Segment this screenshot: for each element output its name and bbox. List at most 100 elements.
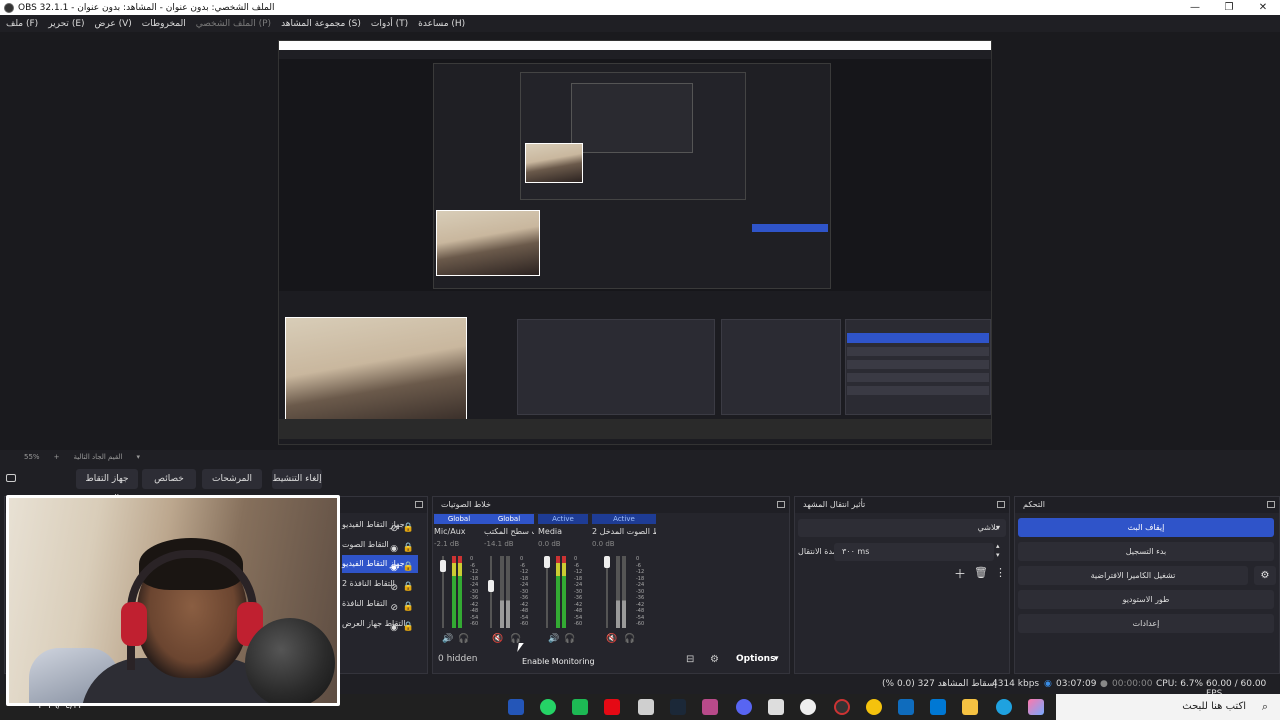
copilot-icon[interactable] bbox=[1028, 699, 1044, 715]
db-scale: 0 -6 -12 -18 -24 -30 -36 -42 -48 -54 -60 bbox=[636, 556, 645, 627]
headphones-icon[interactable]: 🎧 bbox=[624, 634, 635, 644]
stepper-icon[interactable]: ▴ ▾ bbox=[996, 542, 1000, 560]
audio-mixer-header: خلاط الصوتيات bbox=[433, 497, 789, 513]
source-item-selected[interactable]: جهاز التقاط الفيديو ◉ 🔒 bbox=[342, 555, 418, 573]
deactivate-button[interactable]: إلغاء التنشيط bbox=[272, 469, 322, 489]
source-item[interactable]: التقاط جهاز العرض ◉ 🔒 bbox=[342, 615, 418, 633]
discord-icon[interactable] bbox=[736, 699, 752, 715]
chevron-down-icon[interactable]: ▾ bbox=[774, 654, 779, 664]
studio-mode-button[interactable]: طور الاستوديو bbox=[1018, 590, 1274, 609]
lock-icon[interactable]: 🔒 bbox=[403, 578, 414, 596]
lock-icon[interactable]: 🔒 bbox=[403, 558, 414, 576]
app-icon[interactable] bbox=[768, 699, 784, 715]
channel-db: -2.1 dB bbox=[434, 540, 460, 548]
defender-icon[interactable] bbox=[508, 699, 524, 715]
store-icon[interactable] bbox=[930, 699, 946, 715]
app-icon[interactable] bbox=[572, 699, 588, 715]
camera-icon[interactable] bbox=[6, 474, 16, 482]
add-icon[interactable]: ＋ bbox=[954, 565, 966, 582]
source-label: التقاط الصوت bbox=[342, 540, 389, 549]
popout-icon[interactable] bbox=[777, 501, 785, 508]
eye-icon[interactable]: ◉ bbox=[390, 619, 398, 637]
source-label: التقاط النافذة 2 bbox=[342, 579, 395, 588]
filters-button[interactable]: المرشحات bbox=[202, 469, 262, 489]
app-icon[interactable] bbox=[800, 699, 816, 715]
duration-input[interactable]: ٣٠٠ ms bbox=[834, 543, 994, 561]
speaker-icon[interactable]: 🔊 bbox=[548, 634, 559, 644]
app-icon[interactable] bbox=[638, 699, 654, 715]
close-button[interactable]: ✕ bbox=[1246, 0, 1280, 15]
nested-stop-stream bbox=[847, 333, 989, 343]
start-recording-button[interactable]: بدء التسجيل bbox=[1018, 542, 1274, 561]
lock-icon[interactable]: 🔒 bbox=[403, 618, 414, 636]
speaker-icon[interactable]: 🔊 bbox=[442, 634, 453, 644]
menu-tools[interactable]: أدوات (T) bbox=[371, 19, 408, 29]
menu-view[interactable]: عرض (V) bbox=[95, 19, 132, 29]
mute-icon[interactable]: 🔇 bbox=[492, 634, 503, 644]
source-item[interactable]: جهاز التقاط الفيديو ⊘ 🔒 bbox=[342, 516, 418, 534]
file-explorer-icon[interactable] bbox=[962, 699, 978, 715]
duration-value: ٣٠٠ ms bbox=[842, 547, 870, 556]
settings-button[interactable]: إعدادات bbox=[1018, 614, 1274, 633]
menu-docks[interactable]: المخروطات bbox=[142, 19, 186, 29]
properties-button[interactable]: خصائص bbox=[142, 469, 196, 489]
mute-icon[interactable]: 🔇 bbox=[606, 634, 617, 644]
chevron-down-icon[interactable]: ▾ bbox=[996, 523, 1000, 532]
fader-knob[interactable] bbox=[604, 556, 610, 568]
popout-icon[interactable] bbox=[1267, 501, 1275, 508]
mixer-channel-input2: Active التقاط الصوت المدخل 2 0.0 dB 🔇 🎧 bbox=[592, 514, 656, 654]
headphones-icon[interactable]: 🎧 bbox=[458, 634, 469, 644]
minimize-button[interactable]: — bbox=[1178, 0, 1212, 15]
outlook-icon[interactable] bbox=[898, 699, 914, 715]
nested-menu-bar bbox=[279, 50, 991, 59]
preview-canvas[interactable] bbox=[0, 32, 1280, 450]
whatsapp-icon[interactable] bbox=[540, 699, 556, 715]
source-item[interactable]: التقاط النافذة ⊘ 🔒 bbox=[342, 595, 418, 613]
fader-knob[interactable] bbox=[440, 560, 446, 572]
fader-knob[interactable] bbox=[488, 580, 494, 592]
zoom-add-icon[interactable]: + bbox=[54, 453, 60, 461]
lock-icon[interactable]: 🔒 bbox=[403, 519, 414, 537]
layout-icon[interactable]: ⊟ bbox=[686, 654, 694, 665]
record-icon: ● bbox=[1100, 679, 1108, 689]
lock-icon[interactable]: 🔒 bbox=[403, 598, 414, 616]
edge-icon[interactable] bbox=[996, 699, 1012, 715]
window-title: OBS 32.1.1 - الملف الشخصي: بدون عنوان - … bbox=[18, 2, 275, 13]
stop-streaming-button[interactable]: إيقاف البث bbox=[1018, 518, 1274, 537]
menu-profile[interactable]: الملف الشخصي (P) bbox=[196, 19, 271, 29]
chrome-icon[interactable] bbox=[866, 699, 882, 715]
volume-fader[interactable] bbox=[490, 556, 492, 628]
source-item[interactable]: التقاط الصوت ◉ 🔒 bbox=[342, 536, 418, 554]
fader-knob[interactable] bbox=[544, 556, 550, 568]
menu-scene-collection[interactable]: مجموعة المشاهد (S) bbox=[281, 19, 361, 29]
netflix-icon[interactable] bbox=[604, 699, 620, 715]
menu-edit[interactable]: تحرير (E) bbox=[48, 19, 84, 29]
gear-icon[interactable]: ⚙ bbox=[1254, 566, 1276, 585]
level-meter bbox=[556, 556, 560, 628]
nested-ctrl-4 bbox=[847, 386, 989, 395]
hidden-count[interactable]: 0 hidden bbox=[438, 654, 477, 664]
steam-icon[interactable] bbox=[670, 699, 686, 715]
virtual-camera-button[interactable]: تشغيل الكاميرا الافتراضية bbox=[1018, 566, 1248, 585]
maximize-button[interactable]: ❐ bbox=[1212, 0, 1246, 15]
menu-file[interactable]: ملف (F) bbox=[6, 19, 38, 29]
obs-icon[interactable] bbox=[834, 699, 850, 715]
menu-help[interactable]: مساعدة (H) bbox=[418, 19, 465, 29]
popout-icon[interactable] bbox=[997, 501, 1005, 508]
transition-select[interactable]: تلاشي bbox=[798, 519, 1006, 537]
mixer-settings-icon[interactable]: ⚙ bbox=[710, 654, 719, 665]
taskbar-search[interactable]: اكتب هنا للبحث ⌕ bbox=[1056, 694, 1280, 720]
nested-webcam-4 bbox=[525, 143, 583, 183]
more-icon[interactable]: ⋮ bbox=[995, 566, 1006, 579]
popout-icon[interactable] bbox=[415, 501, 423, 508]
source-item[interactable]: التقاط النافذة 2 ⊘ 🔒 bbox=[342, 575, 418, 593]
app-icon[interactable] bbox=[702, 699, 718, 715]
zoom-level[interactable]: 55% bbox=[24, 453, 40, 461]
db-scale: 0 -6 -12 -18 -24 -30 -36 -42 -48 -54 -60 bbox=[520, 556, 529, 627]
nested-preview-level-2 bbox=[433, 63, 831, 289]
trash-icon[interactable]: 🗑 bbox=[974, 566, 988, 579]
headphones-icon[interactable]: 🎧 bbox=[564, 634, 575, 644]
options-button[interactable]: Options bbox=[736, 654, 775, 664]
chevron-down-icon[interactable]: ▾ bbox=[136, 453, 140, 461]
db-scale: 0 -6 -12 -18 -24 -30 -36 -42 -48 -54 -60 bbox=[470, 556, 479, 627]
